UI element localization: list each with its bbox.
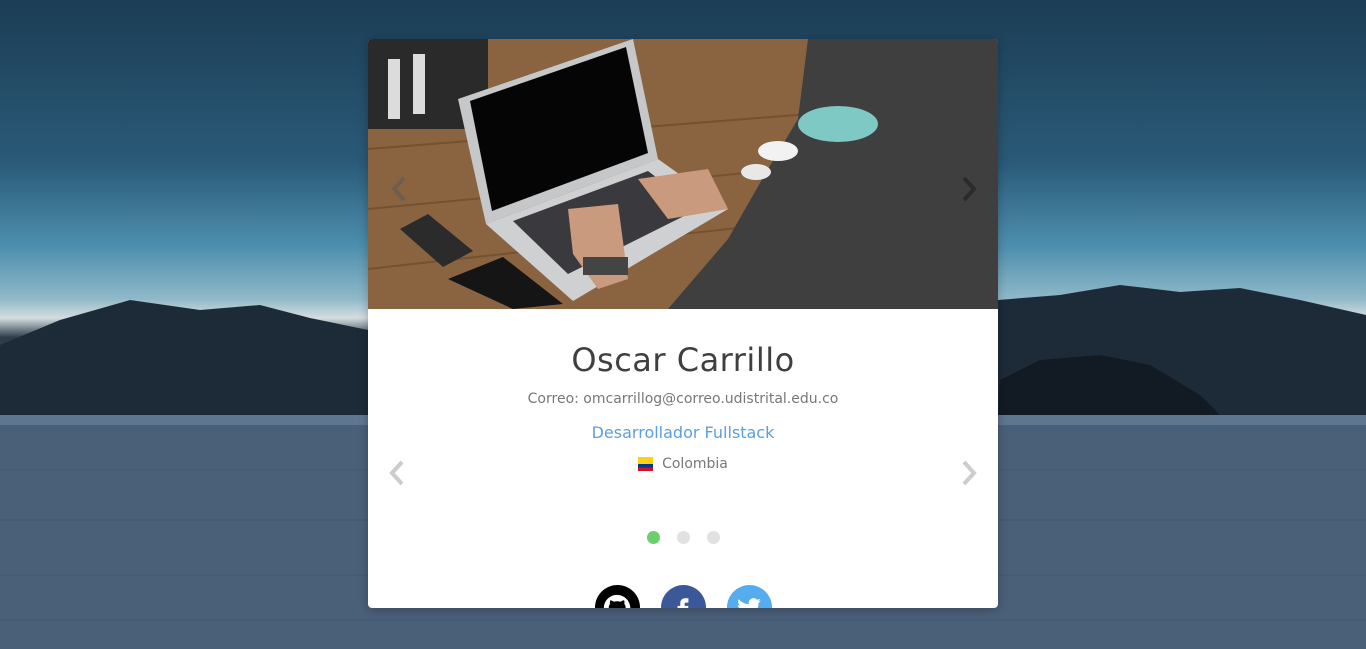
twitter-button[interactable] xyxy=(726,585,772,608)
profile-card: Oscar Carrillo Correo: omcarrillog@corre… xyxy=(368,39,998,608)
profile-name: Oscar Carrillo xyxy=(571,341,795,379)
github-icon xyxy=(603,594,631,608)
github-button[interactable] xyxy=(594,585,640,608)
carousel-dot-3[interactable] xyxy=(706,531,720,544)
profile-email: Correo: omcarrillog@correo.udistrital.ed… xyxy=(527,391,839,407)
hero-image xyxy=(368,39,998,309)
social-links xyxy=(368,585,998,608)
facebook-icon xyxy=(677,597,689,608)
hero-next-arrow-icon[interactable] xyxy=(956,174,980,204)
carousel-dot-1[interactable] xyxy=(646,531,660,544)
prev-arrow-icon[interactable] xyxy=(386,458,410,488)
hero-prev-arrow-icon[interactable] xyxy=(388,174,412,204)
carousel-dot-2[interactable] xyxy=(676,531,690,544)
colombia-flag-icon xyxy=(638,457,654,471)
next-arrow-icon[interactable] xyxy=(956,458,980,488)
profile-country: Colombia xyxy=(368,456,998,472)
profile-role-link[interactable]: Desarrollador Fullstack xyxy=(368,423,998,442)
facebook-button[interactable] xyxy=(660,585,706,608)
country-label: Colombia xyxy=(662,456,728,472)
twitter-icon xyxy=(738,597,761,608)
carousel-dots xyxy=(368,531,998,544)
profile-content: Oscar Carrillo Correo: omcarrillog@corre… xyxy=(368,309,998,608)
